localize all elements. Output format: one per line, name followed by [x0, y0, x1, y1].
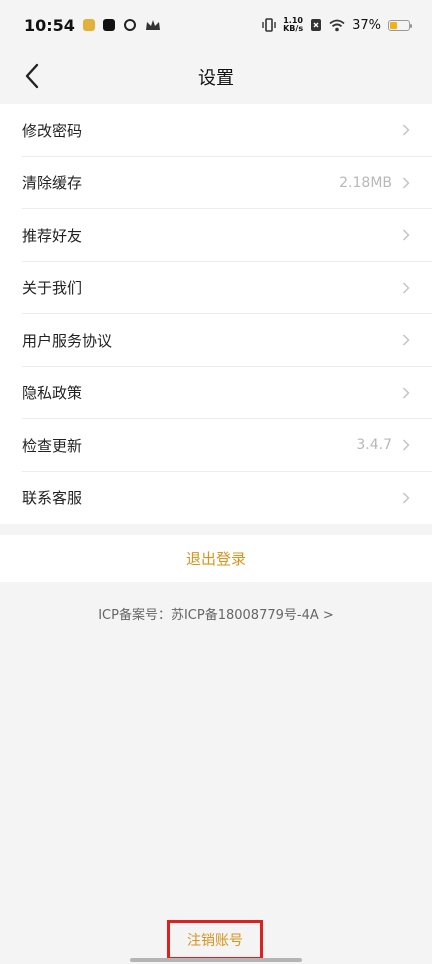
home-indicator	[130, 958, 302, 962]
chevron-right-icon	[402, 492, 410, 504]
settings-row-right: 3.4.7	[356, 437, 410, 453]
chevron-right-icon	[402, 334, 410, 346]
status-bar: 10:54 1.10 KB/s 37%	[0, 0, 432, 50]
settings-row-right	[402, 282, 410, 294]
status-right: 1.10 KB/s 37%	[262, 17, 412, 33]
settings-row[interactable]: 用户服务协议	[0, 314, 432, 367]
chevron-right-icon	[402, 177, 410, 189]
chevron-right-icon	[402, 282, 410, 294]
settings-row-right	[402, 124, 410, 136]
settings-row[interactable]: 推荐好友	[0, 209, 432, 262]
settings-row-value: 2.18MB	[339, 174, 392, 191]
settings-row-label: 关于我们	[22, 279, 83, 298]
net-speed-unit: KB/s	[283, 24, 304, 33]
settings-row-label: 清除缓存	[22, 174, 83, 193]
settings-row-label: 检查更新	[22, 436, 83, 455]
app-notification-icon	[82, 19, 95, 31]
settings-row-label: 联系客服	[22, 489, 83, 508]
crown-icon	[145, 20, 160, 30]
back-button[interactable]	[12, 56, 52, 96]
settings-row[interactable]: 隐私政策	[0, 367, 432, 420]
settings-row[interactable]: 清除缓存 2.18MB	[0, 157, 432, 210]
chevron-right-icon	[402, 229, 410, 241]
settings-row-right	[402, 334, 410, 346]
settings-row[interactable]: 检查更新 3.4.7	[0, 419, 432, 472]
settings-row-right	[402, 229, 410, 241]
battery-percent: 37%	[352, 17, 381, 33]
logout-button[interactable]: 退出登录	[0, 535, 432, 582]
chevron-right-icon	[402, 439, 410, 451]
settings-row-label: 修改密码	[22, 121, 83, 140]
no-sim-icon	[311, 19, 322, 31]
settings-row[interactable]: 修改密码	[0, 104, 432, 157]
icp-record-link[interactable]: ICP备案号：苏ICP备18008779号-4A >	[0, 604, 432, 623]
sync-icon	[123, 19, 136, 31]
chevron-right-icon	[402, 387, 410, 399]
settings-row[interactable]: 联系客服	[0, 472, 432, 525]
chevron-right-icon	[402, 124, 410, 136]
settings-row[interactable]: 关于我们	[0, 262, 432, 315]
page-title: 设置	[198, 68, 234, 89]
navigation-bar: 设置	[0, 50, 432, 104]
status-time: 10:54	[24, 15, 75, 35]
settings-row-right: 2.18MB	[339, 175, 410, 191]
battery-fill	[390, 21, 397, 29]
net-speed: 1.10 KB/s	[283, 17, 303, 33]
vibrate-icon	[262, 18, 276, 32]
battery-icon	[388, 19, 412, 31]
status-left: 10:54	[24, 16, 161, 35]
wifi-icon	[329, 19, 345, 31]
cancel-account-label: 注销账号	[187, 933, 243, 949]
settings-row-value: 3.4.7	[356, 437, 392, 454]
chevron-left-icon	[25, 63, 39, 89]
tiktok-icon	[102, 19, 115, 31]
settings-row-label: 推荐好友	[22, 226, 83, 245]
settings-row-right	[402, 387, 410, 399]
settings-list: 修改密码清除缓存 2.18MB 推荐好友关于我们用户服务协议 隐私政策检查更新 3.4.…	[0, 104, 432, 524]
settings-row-right	[402, 492, 410, 504]
cancel-account-button[interactable]: 注销账号	[167, 920, 263, 960]
settings-row-label: 隐私政策	[22, 384, 83, 403]
settings-row-label: 用户服务协议	[22, 331, 113, 350]
